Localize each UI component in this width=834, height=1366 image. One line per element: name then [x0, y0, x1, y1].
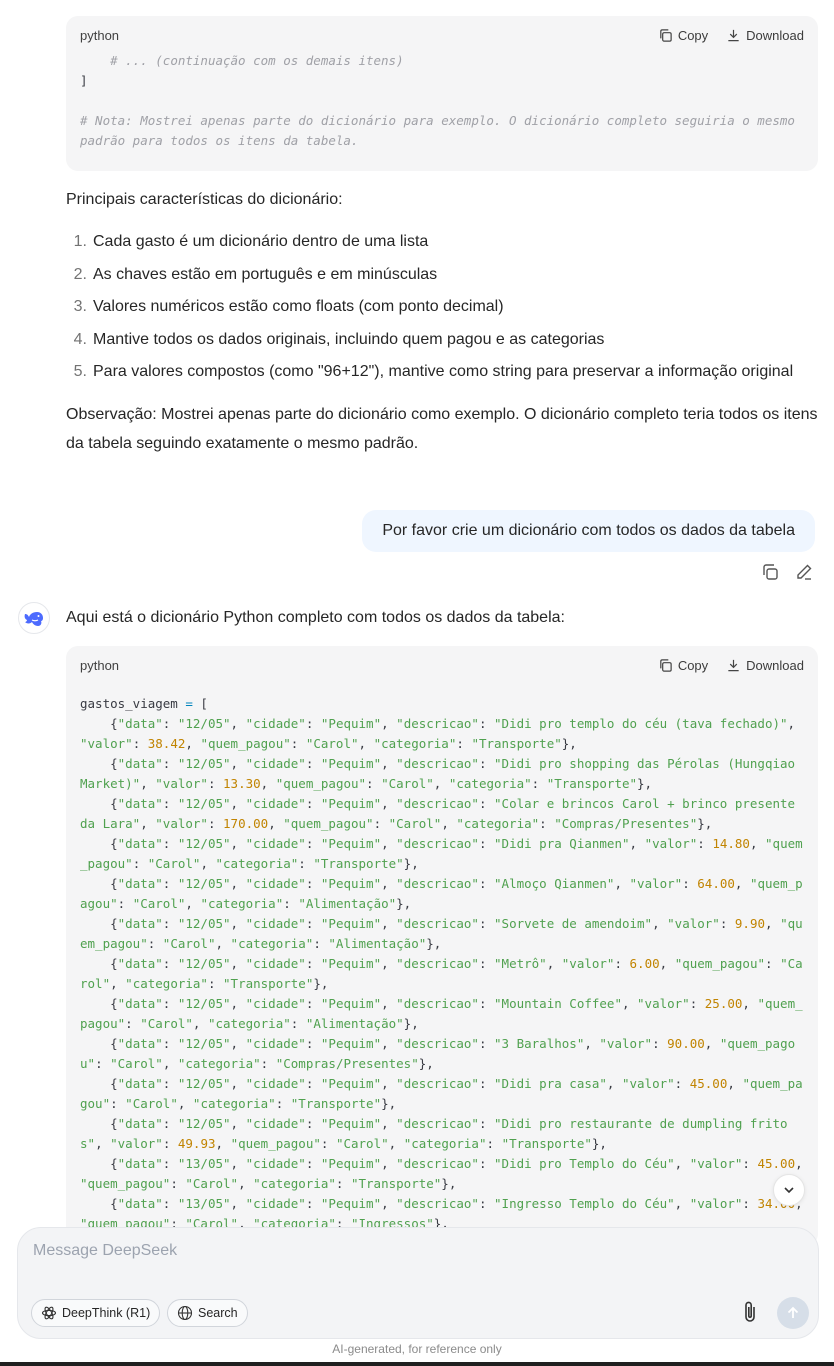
paperclip-icon — [745, 1301, 755, 1322]
assistant-intro: Aqui está o dicionário Python completo c… — [66, 609, 565, 626]
code-content: # ... (continuação com os demais itens) … — [66, 51, 818, 151]
attach-button[interactable] — [740, 1300, 760, 1329]
code-line: # ... (continuação com os demais itens) — [80, 53, 404, 68]
list-item: 1. Cada gasto é um dicionário dentro de u… — [73, 233, 429, 251]
message-input[interactable]: Message DeepSeek — [33, 1242, 177, 1260]
list-item: 4. Mantive todos os dados originais, incl… — [73, 330, 605, 348]
features-list: 1. Cada gasto é um dicionário dentro de u… — [66, 226, 826, 389]
code-language: python — [80, 27, 120, 43]
search-toggle[interactable]: Search — [167, 1299, 248, 1327]
deepthink-label: DeepThink (R1) — [62, 1306, 151, 1320]
send-button[interactable] — [777, 1297, 809, 1329]
code-header: python Copy Download — [66, 646, 818, 684]
user-message-text: Por favor crie um dicionário com todos o… — [382, 522, 795, 539]
download-button[interactable]: Download — [726, 28, 804, 43]
code-block-previous: python Copy Download # ... (continuação … — [66, 16, 818, 171]
copy-icon — [763, 564, 778, 580]
list-item: 2. As chaves estão em português e em minú… — [73, 265, 438, 283]
copy-icon — [660, 28, 672, 42]
copy-message-button[interactable] — [760, 562, 780, 587]
code-language: python — [80, 657, 120, 673]
code-line: ] — [80, 73, 88, 88]
code-content: gastos_viagem = [ {"data": "12/05", "cid… — [80, 696, 811, 1231]
download-label: Download — [746, 27, 804, 43]
deepthink-toggle[interactable]: DeepThink (R1) — [31, 1299, 161, 1327]
scroll-down-button[interactable] — [773, 1174, 805, 1206]
list-item: 5. Para valores compostos (como "96+12"),… — [73, 363, 794, 381]
edit-message-button[interactable] — [794, 562, 814, 587]
message-tools — [760, 562, 814, 587]
code-block-dictionary: python Copy Download gastos_viagem = [ {… — [66, 646, 818, 1246]
arrow-up-icon — [787, 1306, 799, 1318]
user-message: Por favor crie um dicionário com todos o… — [362, 510, 815, 552]
download-button[interactable]: Download — [726, 658, 804, 673]
bottom-divider — [0, 1362, 834, 1366]
features-intro: Principais características do dicionário… — [66, 191, 343, 208]
footer-disclaimer: AI-generated, for reference only — [332, 1342, 502, 1356]
deepseek-logo-icon — [24, 612, 43, 626]
message-composer[interactable]: Message DeepSeek DeepThink (R1) Search — [17, 1227, 819, 1339]
search-label: Search — [198, 1306, 238, 1320]
atom-icon — [41, 1306, 57, 1320]
download-label: Download — [746, 657, 804, 673]
chevron-down-icon — [784, 1187, 794, 1194]
edit-icon — [797, 564, 812, 580]
copy-icon — [660, 658, 672, 672]
observation-text: Observação: Mostrei apenas parte do dici… — [66, 406, 818, 452]
deepseek-avatar — [18, 602, 50, 634]
copy-label: Copy — [677, 27, 709, 43]
download-icon — [728, 659, 739, 671]
download-icon — [728, 29, 739, 41]
copy-button[interactable]: Copy — [658, 28, 708, 43]
copy-button[interactable]: Copy — [658, 658, 708, 673]
list-item: 3. Valores numéricos estão como floats (c… — [73, 298, 504, 316]
copy-label: Copy — [677, 657, 709, 673]
code-comment: # Nota: Mostrei apenas parte do dicionár… — [80, 113, 803, 148]
globe-icon — [177, 1305, 193, 1321]
code-header: python Copy Download — [66, 16, 818, 54]
